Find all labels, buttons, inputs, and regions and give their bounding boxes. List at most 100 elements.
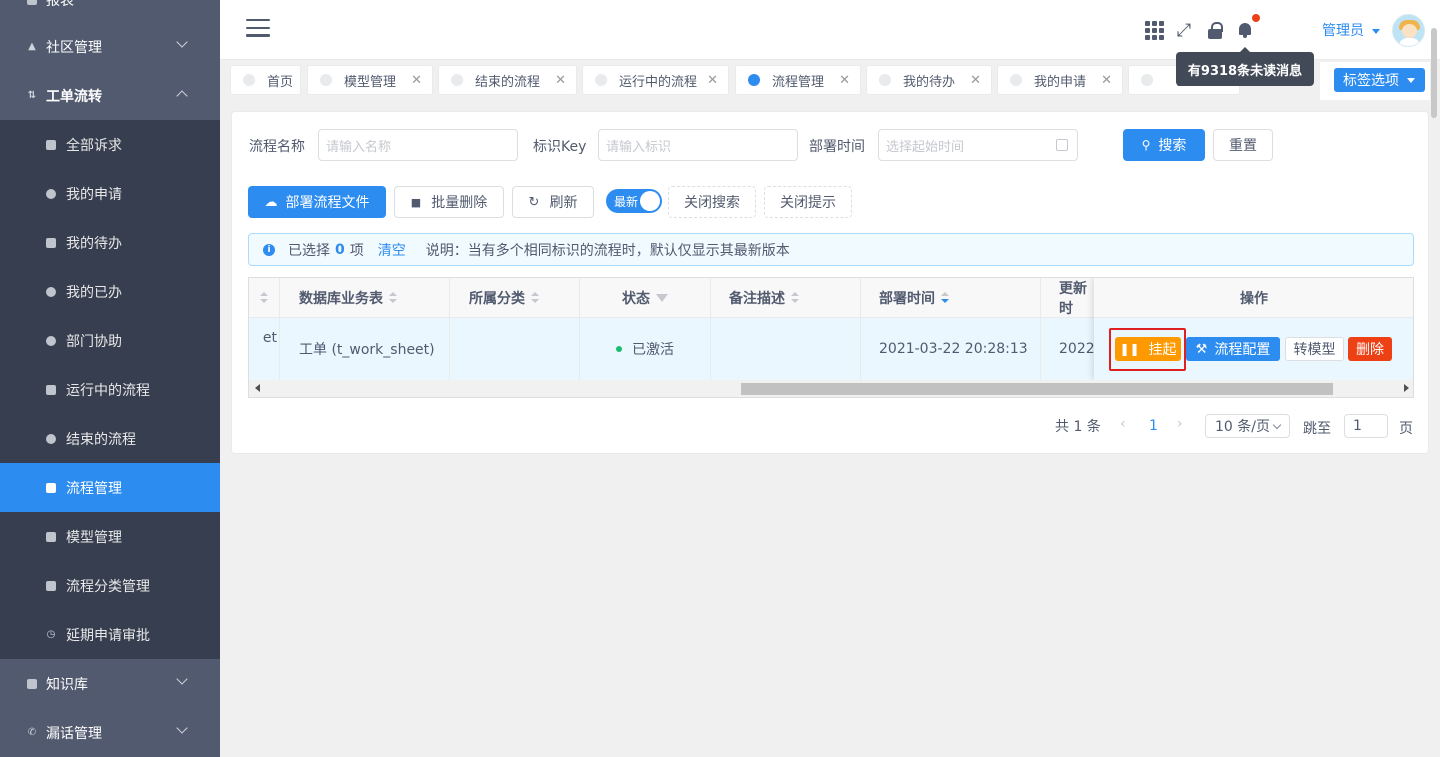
lock-icon[interactable] [1205, 20, 1225, 40]
tab-running-flows[interactable]: 运行中的流程 ✕ [582, 65, 729, 95]
scroll-left-icon[interactable] [255, 384, 260, 392]
sidebar-item-workflow[interactable]: ⇅ 工单流转 [0, 71, 220, 120]
sidebar-item-my-applications[interactable]: 我的申请 [0, 169, 220, 218]
alert-prefix: 已选择 [288, 242, 330, 259]
tab-model-management[interactable]: 模型管理 ✕ [307, 65, 433, 95]
table-cell-deploy-time: 2021-03-22 20:28:13 [861, 318, 1041, 380]
convert-model-button[interactable]: 转模型 [1285, 337, 1344, 361]
sidebar-item-extension-approval[interactable]: ◷ 延期申请审批 [0, 610, 220, 659]
sidebar-item-dept-assist[interactable]: 部门协助 [0, 316, 220, 365]
sort-icon[interactable] [260, 291, 268, 304]
home-icon: ▲ [28, 41, 36, 52]
column-header-deploy-time[interactable]: 部署时间 [861, 278, 1041, 318]
search-button[interactable]: ⚲ 搜索 [1123, 129, 1205, 161]
sidebar-item-my-done[interactable]: 我的已办 [0, 267, 220, 316]
latest-toggle[interactable]: 最新 [606, 189, 662, 213]
close-icon[interactable]: ✕ [970, 73, 981, 88]
phone-icon: ✆ [27, 727, 37, 738]
close-icon[interactable]: ✕ [707, 73, 718, 88]
sidebar-item-community[interactable]: ▲ 社区管理 [0, 22, 220, 71]
reset-button[interactable]: 重置 [1213, 129, 1273, 161]
sidebar-item-flow-management[interactable]: 流程管理 [0, 463, 220, 512]
column-header-update-time[interactable]: 更新时 [1041, 278, 1101, 318]
selected-count: 0 [335, 241, 345, 258]
sidebar-item-label: 工单流转 [46, 88, 102, 105]
tab-label: 我的待办 [903, 74, 956, 90]
search-button-label: 搜索 [1158, 138, 1187, 154]
key-label: 标识Key [533, 139, 587, 155]
refresh-button[interactable]: ↻ 刷新 [512, 186, 594, 218]
tab-flow-management[interactable]: 流程管理 ✕ [735, 65, 861, 95]
column-label: 状态 [622, 290, 650, 307]
close-icon[interactable]: ✕ [411, 73, 422, 88]
close-tip-label: 关闭提示 [780, 195, 836, 211]
time-picker[interactable]: 选择起始时间 [878, 129, 1078, 161]
delete-button[interactable]: 删除 [1348, 337, 1392, 361]
scrollbar-thumb[interactable] [741, 383, 1333, 395]
tab-home[interactable]: 首页 [230, 65, 301, 95]
scroll-right-icon[interactable] [1404, 384, 1409, 392]
user-menu[interactable]: 管理员 [1322, 20, 1380, 40]
tools-icon: ⚒ [1195, 341, 1208, 357]
apps-grid-icon[interactable] [1144, 20, 1164, 40]
close-icon[interactable]: ✕ [1101, 73, 1112, 88]
name-input[interactable]: 请输入名称 [318, 129, 518, 161]
page-number[interactable]: 1 [1149, 418, 1158, 434]
flow-config-button[interactable]: ⚒ 流程配置 [1186, 337, 1280, 361]
sidebar-item-my-todo[interactable]: 我的待办 [0, 218, 220, 267]
sidebar-item-report[interactable]: 报表 [0, 0, 220, 24]
chevron-down-icon [176, 673, 188, 685]
batch-delete-button[interactable]: ■ 批量删除 [394, 186, 504, 218]
next-page-icon[interactable]: › [1177, 416, 1183, 432]
page-size-select[interactable]: 10 条/页 [1205, 414, 1290, 438]
filter-icon[interactable] [656, 293, 668, 302]
clear-link[interactable]: 清空 [378, 240, 406, 260]
tab-my-todo[interactable]: 我的待办 ✕ [866, 65, 992, 95]
column-header-category[interactable]: 所属分类 [450, 278, 580, 318]
sidebar-item-model-management[interactable]: 模型管理 [0, 512, 220, 561]
tab-label: 首页 [267, 74, 294, 90]
cell-text: 2021-03-22 20:28:13 [879, 341, 1028, 357]
sort-icon[interactable] [791, 291, 799, 304]
book-icon [24, 677, 40, 691]
sort-icon[interactable] [531, 291, 539, 304]
unread-messages-tooltip: 有9318条未读消息 [1176, 47, 1314, 86]
sort-icon[interactable] [941, 291, 949, 304]
menu-toggle-icon[interactable] [246, 19, 270, 39]
sidebar-item-label: 报表 [46, 0, 74, 9]
sidebar-item-finished-flows[interactable]: 结束的流程 [0, 414, 220, 463]
close-icon[interactable]: ✕ [839, 73, 850, 88]
sidebar-item-label: 流程分类管理 [66, 578, 150, 595]
close-tip-button[interactable]: 关闭提示 [764, 186, 852, 218]
key-input[interactable]: 请输入标识 [598, 129, 798, 161]
sort-icon[interactable] [389, 291, 397, 304]
sidebar-item-flow-category[interactable]: 流程分类管理 [0, 561, 220, 610]
fullscreen-icon[interactable]: ⤢ [1174, 20, 1194, 41]
sidebar-item-missed-calls[interactable]: ✆ 漏话管理 [0, 708, 220, 757]
deploy-flow-button[interactable]: ☁ 部署流程文件 [248, 186, 386, 218]
column-header-db-table[interactable]: 数据库业务表 [280, 278, 450, 318]
convert-model-label: 转模型 [1293, 342, 1336, 358]
tab-finished-flows[interactable]: 结束的流程 ✕ [438, 65, 577, 95]
sidebar-item-knowledge-base[interactable]: 知识库 [0, 659, 220, 708]
jump-input[interactable]: 1 [1344, 414, 1388, 438]
close-search-label: 关闭搜索 [684, 195, 740, 211]
column-header-remark[interactable]: 备注描述 [711, 278, 861, 318]
close-icon[interactable]: ✕ [555, 73, 566, 88]
avatar[interactable] [1392, 14, 1425, 47]
bell-icon[interactable] [1235, 20, 1255, 40]
trash-icon: ■ [410, 195, 422, 209]
sidebar-item-running-flows[interactable]: 运行中的流程 [0, 365, 220, 414]
prev-page-icon[interactable]: ‹ [1120, 416, 1126, 432]
tag-options-button[interactable]: 标签选项 [1334, 68, 1425, 92]
sidebar-item-label: 运行中的流程 [66, 382, 150, 399]
total-count: 共 1 条 [1055, 419, 1101, 435]
tab-my-applications[interactable]: 我的申请 ✕ [997, 65, 1123, 95]
column-label: 操作 [1240, 290, 1268, 307]
batch-delete-label: 批量删除 [431, 195, 488, 211]
close-search-button[interactable]: 关闭搜索 [668, 186, 756, 218]
column-header-status[interactable]: 状态 [580, 278, 711, 318]
vertical-scrollbar[interactable] [1431, 28, 1437, 118]
tab-label: 我的申请 [1034, 74, 1087, 90]
sidebar-item-all-requests[interactable]: 全部诉求 [0, 120, 220, 169]
